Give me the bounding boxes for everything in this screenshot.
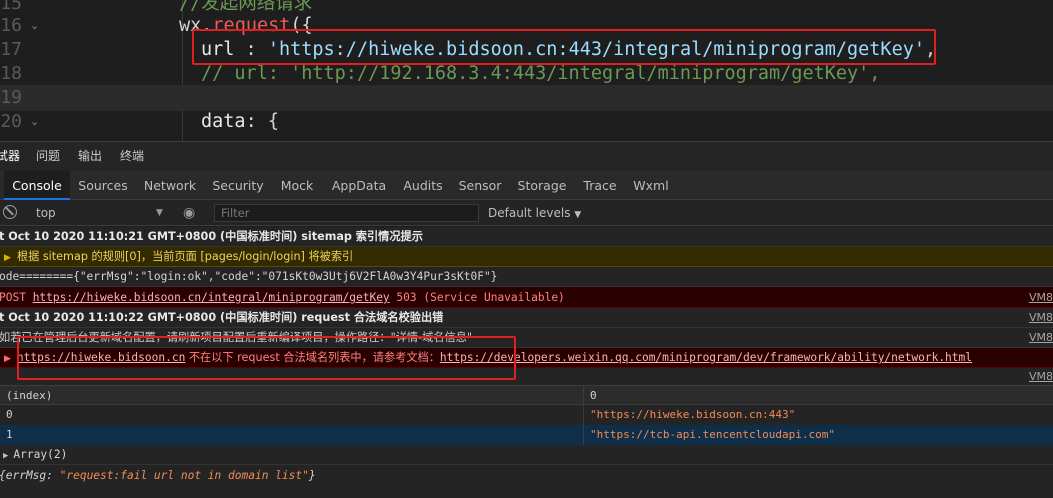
clear-console-icon[interactable] (3, 205, 17, 219)
object-value: "request:fail url not in domain list" (59, 469, 309, 482)
tab-sources[interactable]: Sources (76, 171, 130, 200)
expand-triangle-icon[interactable]: ▶ (4, 354, 11, 364)
source-link[interactable]: VM8 (1029, 328, 1053, 347)
tab-storage[interactable]: Storage (515, 171, 569, 200)
line-number: 16 (0, 15, 22, 36)
code-line-20[interactable]: 20 ⌄ data: { (0, 109, 1053, 135)
context-select[interactable]: top (36, 200, 56, 226)
console-text: ode========{"errMsg":"login:ok","code":"… (0, 270, 498, 283)
line-number: 20 (0, 111, 22, 132)
eye-icon[interactable]: ◉ (183, 200, 195, 226)
object-key: {errMsg: (0, 469, 60, 482)
docs-link[interactable]: https://developers.weixin.qq.com/minipro… (440, 351, 972, 364)
tab-network[interactable]: Network (141, 171, 199, 200)
table-row[interactable]: 0 "https://hiweke.bidsoon.cn:443" (0, 405, 1053, 425)
table-index-cell: 1 (0, 425, 584, 445)
tab-output[interactable]: 输出 (78, 142, 102, 170)
table-value-cell: "https://hiweke.bidsoon.cn:443" (590, 408, 796, 421)
tab-wxml[interactable]: Wxml (630, 171, 672, 200)
table-index-cell: 0 (0, 405, 584, 425)
line-number: 18 (0, 63, 22, 84)
highlight-box-error (17, 336, 516, 380)
log-levels-select[interactable]: Default levels ▼ (488, 200, 581, 228)
console-group-header[interactable]: t Oct 10 2020 11:10:21 GMT+0800 (中国标准时间)… (0, 227, 1053, 247)
expand-triangle-icon[interactable]: ▶ (3, 451, 8, 461)
console-object-row[interactable]: {errMsg: "request:fail url not in domain… (0, 465, 1053, 487)
object-close: } (308, 469, 316, 482)
table-value-cell: "https://tcb-api.tencentcloudapi.com" (590, 428, 836, 441)
table-header: (index) 0 (0, 385, 1053, 406)
array-label: Array(2) (13, 448, 68, 461)
tab-terminal[interactable]: 终端 (120, 142, 144, 170)
tab-sensor[interactable]: Sensor (456, 171, 504, 200)
console-group-header[interactable]: t Oct 10 2020 11:10:22 GMT+0800 (中国标准时间)… (0, 308, 1053, 328)
context-dropdown-icon[interactable]: ▼ (156, 200, 163, 226)
log-levels-label: Default levels (488, 206, 571, 220)
table-header-cell[interactable]: (index) (0, 386, 584, 406)
line-number: 19 (0, 87, 22, 108)
table-header-cell[interactable]: 0 (584, 386, 1053, 406)
fold-chevron-icon[interactable]: ⌄ (30, 116, 42, 128)
tab-trace[interactable]: Trace (580, 171, 620, 200)
console-array-row[interactable]: ▶ Array(2) (0, 445, 1053, 465)
tab-audits[interactable]: Audits (400, 171, 446, 200)
http-status: 503 (Service Unavailable) (389, 291, 565, 304)
line-number: 17 (0, 39, 22, 60)
console-warning-row[interactable]: ▶ 根据 sitemap 的规则[0]，当前页面 [pages/login/log… (0, 247, 1053, 267)
chevron-down-icon: ▼ (574, 210, 582, 220)
console-text: t Oct 10 2020 11:10:21 GMT+0800 (中国标准时间)… (0, 230, 423, 243)
console-error-row[interactable]: POST https://hiweke.bidsoon.cn/integral/… (0, 287, 1053, 308)
code-punc: : { (245, 111, 279, 132)
request-url-link[interactable]: https://hiweke.bidsoon.cn/integral/minip… (33, 291, 390, 304)
http-method: POST (0, 291, 33, 304)
expand-triangle-icon[interactable]: ▶ (4, 253, 11, 263)
code-editor[interactable]: 15 //发起网络请求 16 ⌄ wx.request({ 17 url : '… (0, 0, 1053, 141)
tab-security[interactable]: Security (210, 171, 266, 200)
source-link[interactable]: VM8 (1029, 308, 1053, 327)
console-output[interactable]: t Oct 10 2020 11:10:21 GMT+0800 (中国标准时间)… (0, 227, 1053, 498)
console-toolbar: top ▼ ◉ Filter Default levels ▼ (0, 200, 1053, 226)
source-link[interactable]: VM8 (1029, 368, 1053, 385)
tab-problems[interactable]: 问题 (36, 142, 60, 170)
highlight-box-url (192, 29, 936, 65)
tab-console[interactable]: Console (4, 171, 70, 200)
console-text: 根据 sitemap 的规则[0]，当前页面 [pages/login/logi… (16, 250, 354, 263)
table-row[interactable]: 1 "https://tcb-api.tencentcloudapi.com" (0, 425, 1053, 445)
source-link[interactable]: VM8 (1029, 287, 1053, 307)
code-line-19[interactable]: 19 (0, 85, 1053, 111)
fold-chevron-icon[interactable]: ⌄ (30, 20, 42, 32)
filter-input[interactable]: Filter (214, 204, 479, 222)
panel-tab-bar: 试器 问题 输出 终端 (0, 141, 1053, 171)
tab-appdata[interactable]: AppData (329, 171, 389, 200)
code-text: data: { (201, 109, 279, 135)
console-log-row[interactable]: ode========{"errMsg":"login:ok","code":"… (0, 267, 1053, 287)
tab-debugger[interactable]: 试器 (0, 142, 20, 170)
code-key: data (201, 111, 246, 132)
tab-mock[interactable]: Mock (277, 171, 317, 200)
devtools-tab-bar: Console Sources Network Security Mock Ap… (0, 171, 1053, 200)
console-text: t Oct 10 2020 11:10:22 GMT+0800 (中国标准时间)… (0, 311, 444, 324)
